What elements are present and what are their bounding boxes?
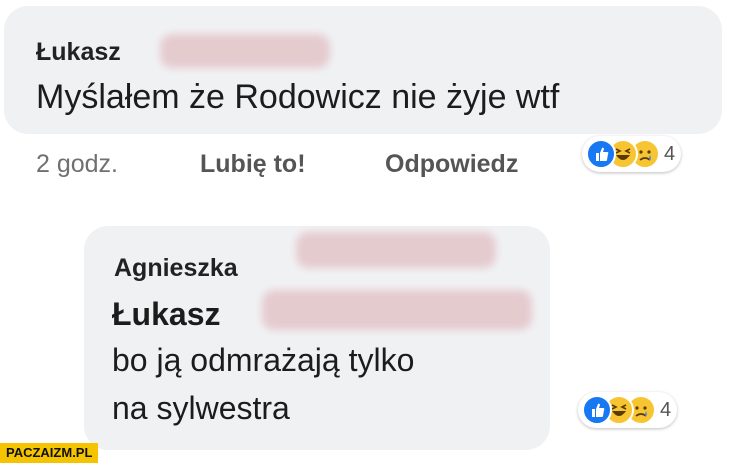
like-button-1[interactable]: Lubię to!: [200, 150, 306, 179]
comment-author-2[interactable]: Agnieszka: [114, 254, 238, 283]
comment-author-1[interactable]: Łukasz: [36, 38, 121, 67]
mention-tag[interactable]: Łukasz: [112, 296, 220, 333]
comment-text-2-line1: bo ją odmrażają tylko: [112, 342, 415, 378]
redacted-surname-2: [296, 232, 496, 268]
comment-text-1: Myślałem że Rodowicz nie żyje wtf: [36, 78, 560, 116]
reaction-count-2: 4: [660, 398, 672, 421]
reaction-count-1: 4: [664, 142, 676, 165]
reactions-badge-2[interactable]: 4: [578, 392, 678, 428]
comment-text-2-line2: na sylwestra: [112, 390, 290, 426]
reactions-badge-1[interactable]: 4: [582, 136, 682, 172]
site-watermark: PACZAIZM.PL: [0, 443, 99, 463]
like-icon: [582, 395, 612, 425]
redacted-mention-surname: [262, 290, 532, 330]
reply-button-1[interactable]: Odpowiedz: [385, 150, 518, 179]
like-icon: [586, 139, 616, 169]
redacted-surname-1: [160, 34, 330, 68]
comment-time-1[interactable]: 2 godz.: [36, 150, 118, 179]
